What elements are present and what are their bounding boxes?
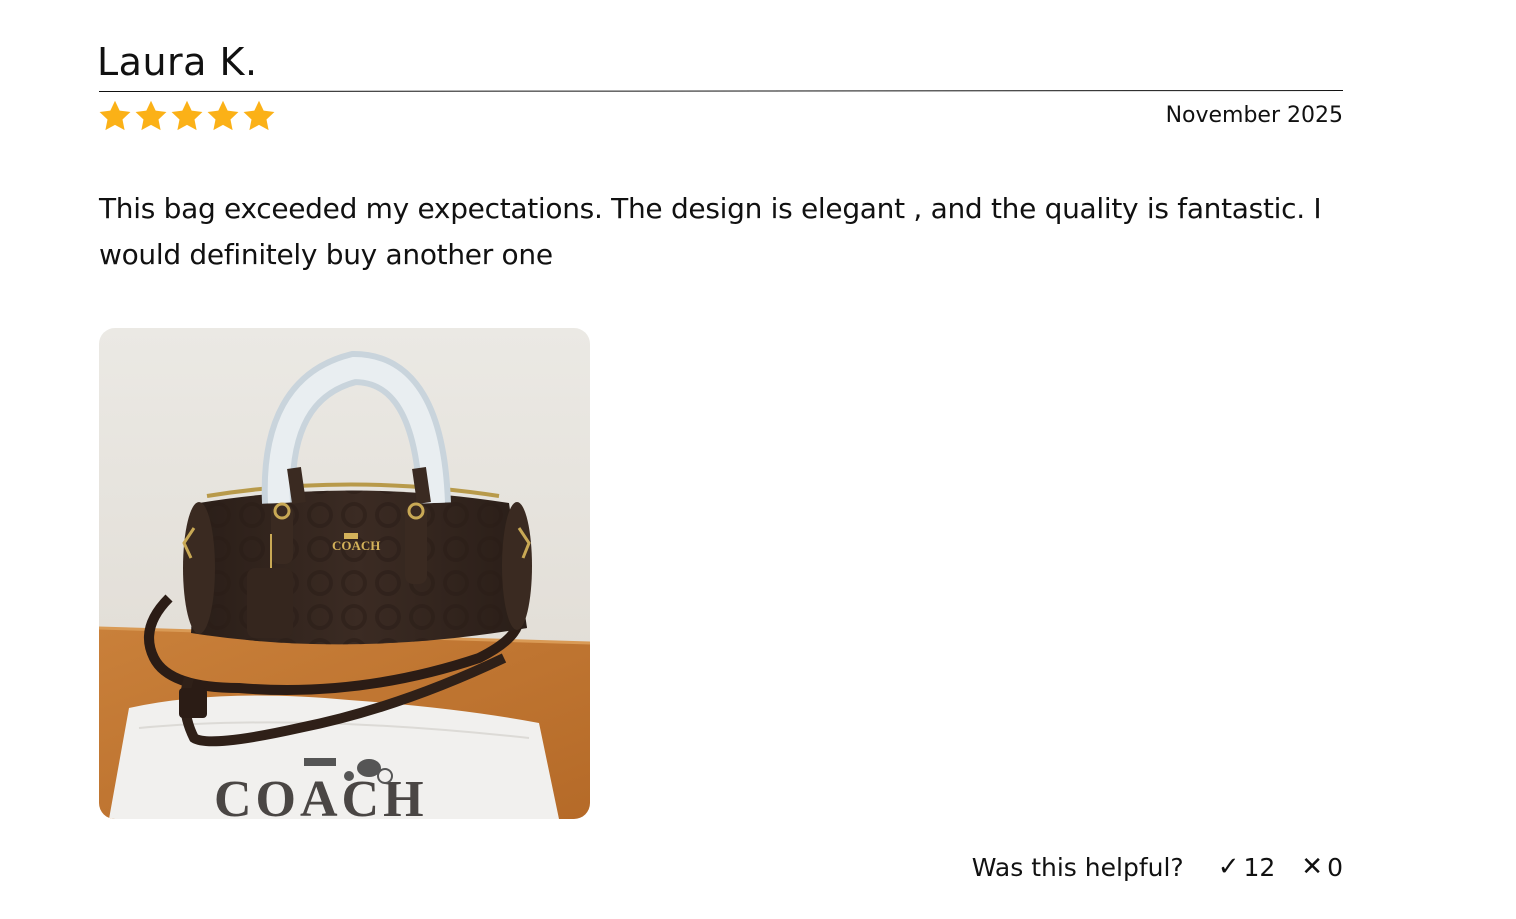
reviewer-name: Laura K. <box>97 40 258 84</box>
review-card: Laura K. November 2025 This bag exceeded… <box>97 0 1343 919</box>
divider <box>98 90 1343 92</box>
helpful-no-button[interactable]: ✕ 0 <box>1301 852 1343 882</box>
review-photo[interactable]: COACH COACH <box>99 328 590 819</box>
helpful-yes-count: 12 <box>1243 852 1276 882</box>
review-text: This bag exceeded my expectations. The d… <box>99 192 1322 271</box>
helpful-yes-button[interactable]: ✓ 12 <box>1218 852 1276 882</box>
star-icon <box>243 100 275 131</box>
x-icon: ✕ <box>1301 852 1324 882</box>
dustbag-logo-text: COACH <box>214 771 428 819</box>
checkmark-icon: ✓ <box>1217 852 1240 882</box>
star-icon <box>207 100 239 131</box>
star-icon <box>99 100 131 131</box>
review-date: November 2025 <box>1165 103 1343 128</box>
star-icon <box>135 100 167 131</box>
helpful-question: Was this helpful? <box>971 852 1184 882</box>
handbag-photo: COACH COACH <box>99 328 590 819</box>
star-rating <box>97 98 277 134</box>
helpful-no-count: 0 <box>1327 852 1343 882</box>
star-icon <box>171 100 203 131</box>
helpful-vote-bar: Was this helpful? ✓ 12 ✕ 0 <box>972 852 1343 882</box>
bag-logo-text: COACH <box>332 538 380 553</box>
